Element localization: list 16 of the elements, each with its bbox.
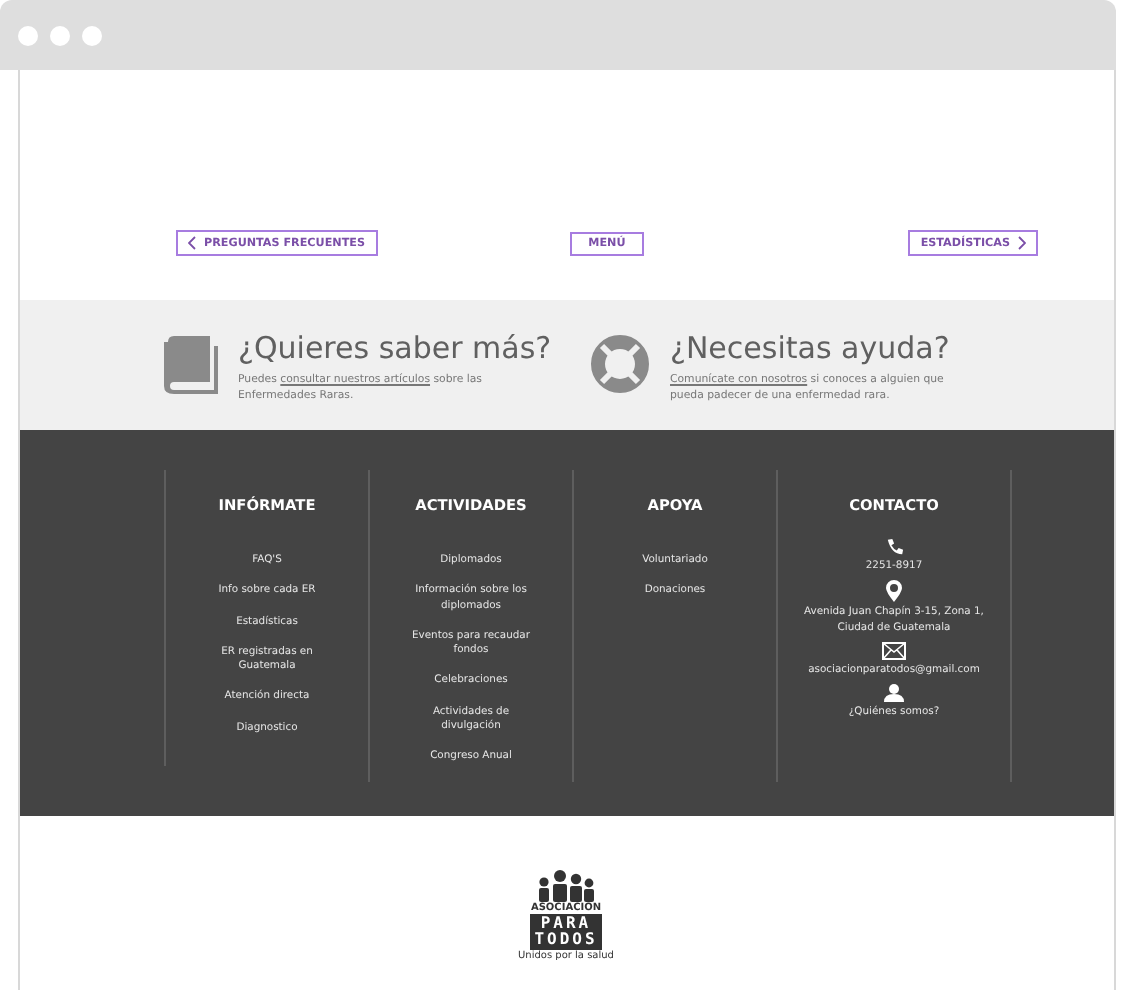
window-control-dot[interactable] [82, 25, 102, 45]
chevron-right-icon [1018, 236, 1026, 250]
section-heading: ¿Quieres saber más? [238, 330, 552, 366]
window-control-dot[interactable] [50, 25, 70, 45]
section-heading: ¿Necesitas ayuda? [670, 330, 950, 366]
logo-text: PARA [538, 916, 594, 932]
book-icon [164, 334, 218, 394]
window-control-dot[interactable] [18, 25, 38, 45]
chevron-left-icon [188, 236, 196, 250]
person-icon [884, 684, 904, 703]
people-drawing [536, 870, 596, 902]
envelope-icon [882, 641, 906, 660]
lifebuoy-icon [590, 334, 650, 394]
logo-text: TODOS [534, 932, 598, 948]
phone-icon [885, 538, 903, 556]
location-pin-icon [886, 580, 902, 603]
